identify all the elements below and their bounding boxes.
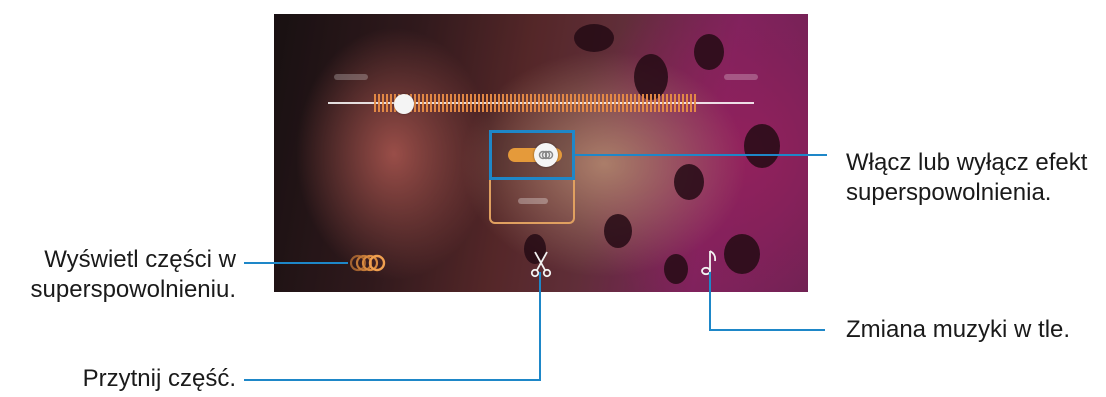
- sections-callout-line-1: Wyświetl części w: [44, 246, 236, 273]
- video-editor-screen: [274, 14, 808, 292]
- section-time-label: [518, 198, 548, 204]
- music-callout-line-horizontal: [709, 329, 825, 331]
- slow-motion-icon: [538, 150, 554, 160]
- trim-callout-line-vertical: [539, 272, 541, 380]
- trim-callout: Przytnij część.: [28, 364, 236, 394]
- sections-callout-line-2: superspowolnieniu.: [30, 276, 236, 303]
- toggle-knob[interactable]: [534, 143, 558, 167]
- trim-callout-line-horizontal: [244, 379, 541, 381]
- toggle-callout-line-2: superspowolnienia.: [846, 179, 1052, 206]
- music-callout-text: Zmiana muzyki w tle.: [846, 316, 1071, 343]
- sections-callout-line: [244, 262, 348, 264]
- page: Włącz lub wyłącz efekt superspowolnienia…: [0, 0, 1106, 397]
- toggle-callout-line-1: Włącz lub wyłącz efekt: [846, 149, 1088, 176]
- toggle-callout-line: [575, 154, 827, 156]
- end-time-label: [724, 74, 758, 80]
- music-callout: Zmiana muzyki w tle.: [846, 315, 1070, 345]
- trim-callout-text: Przytnij część.: [82, 365, 236, 392]
- slow-motion-sections-icon[interactable]: [350, 252, 390, 274]
- timeline-handle[interactable]: [394, 94, 414, 114]
- slow-motion-timeline-section[interactable]: [374, 94, 698, 112]
- scissors-icon[interactable]: [530, 250, 552, 278]
- start-time-label: [334, 74, 368, 80]
- toggle-callout: Włącz lub wyłącz efekt superspowolnienia…: [846, 148, 1087, 208]
- music-callout-line-vertical: [709, 272, 711, 330]
- slow-motion-section-box[interactable]: [489, 180, 575, 224]
- sections-callout: Wyświetl części w superspowolnieniu.: [28, 245, 236, 305]
